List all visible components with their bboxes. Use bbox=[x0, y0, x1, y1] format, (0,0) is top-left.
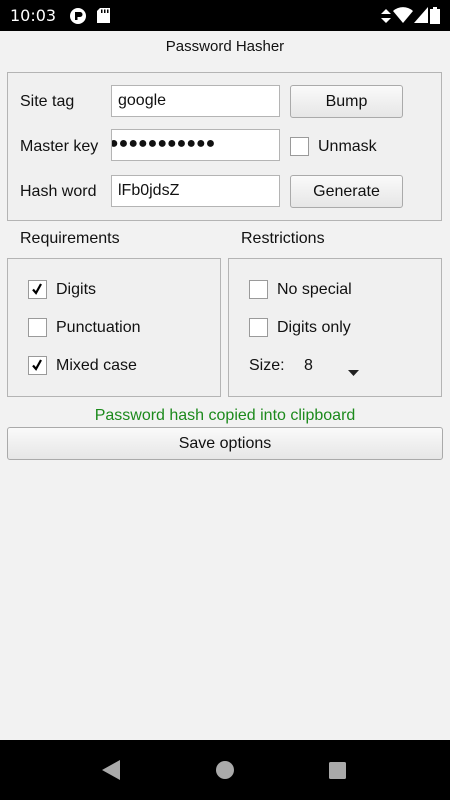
generate-button[interactable]: Generate bbox=[290, 175, 403, 208]
home-icon[interactable] bbox=[216, 761, 234, 784]
back-icon[interactable] bbox=[102, 760, 120, 785]
check-icon bbox=[32, 359, 42, 371]
bump-button[interactable]: Bump bbox=[290, 85, 403, 118]
hash-word-input[interactable]: lFb0jdsZ bbox=[111, 175, 280, 207]
digits-only-label: Digits only bbox=[277, 319, 351, 336]
app-title: Password Hasher bbox=[165, 38, 285, 55]
mixed-case-label: Mixed case bbox=[56, 357, 137, 374]
status-bar: 10:03 bbox=[0, 0, 450, 31]
mixed-case-checkbox[interactable] bbox=[28, 356, 47, 375]
digits-label: Digits bbox=[56, 281, 97, 298]
data-arrows-icon bbox=[381, 9, 391, 28]
size-label: Size: bbox=[249, 357, 285, 374]
app-notification-icon bbox=[70, 8, 86, 29]
master-key-input[interactable]: ●●●●●●●●●●● bbox=[111, 129, 280, 161]
sd-card-icon bbox=[97, 8, 110, 28]
recents-icon[interactable] bbox=[329, 762, 346, 784]
no-special-label: No special bbox=[277, 281, 352, 298]
digits-only-checkbox[interactable] bbox=[249, 318, 268, 337]
punctuation-label: Punctuation bbox=[56, 319, 141, 336]
status-message: Password hash copied into clipboard bbox=[94, 407, 356, 424]
site-tag-label: Site tag bbox=[20, 93, 75, 110]
status-time: 10:03 bbox=[10, 6, 57, 25]
punctuation-checkbox[interactable] bbox=[28, 318, 47, 337]
chevron-down-icon bbox=[348, 363, 359, 381]
navigation-bar bbox=[0, 740, 450, 800]
unmask-checkbox[interactable] bbox=[290, 137, 309, 156]
no-special-checkbox[interactable] bbox=[249, 280, 268, 299]
check-icon bbox=[32, 283, 42, 295]
battery-icon bbox=[430, 7, 440, 29]
size-value: 8 bbox=[304, 357, 313, 374]
site-tag-input[interactable]: google bbox=[111, 85, 280, 117]
unmask-label: Unmask bbox=[318, 138, 377, 155]
requirements-title: Requirements bbox=[20, 230, 120, 247]
wifi-icon bbox=[393, 7, 413, 28]
hash-word-label: Hash word bbox=[20, 183, 97, 200]
save-options-button[interactable]: Save options bbox=[7, 427, 443, 460]
signal-icon bbox=[414, 7, 428, 28]
size-select[interactable]: 8 bbox=[298, 352, 368, 380]
digits-checkbox[interactable] bbox=[28, 280, 47, 299]
master-key-masked: ●●●●●●●●●●● bbox=[111, 135, 216, 152]
master-key-label: Master key bbox=[20, 138, 99, 155]
restrictions-title: Restrictions bbox=[241, 230, 325, 247]
